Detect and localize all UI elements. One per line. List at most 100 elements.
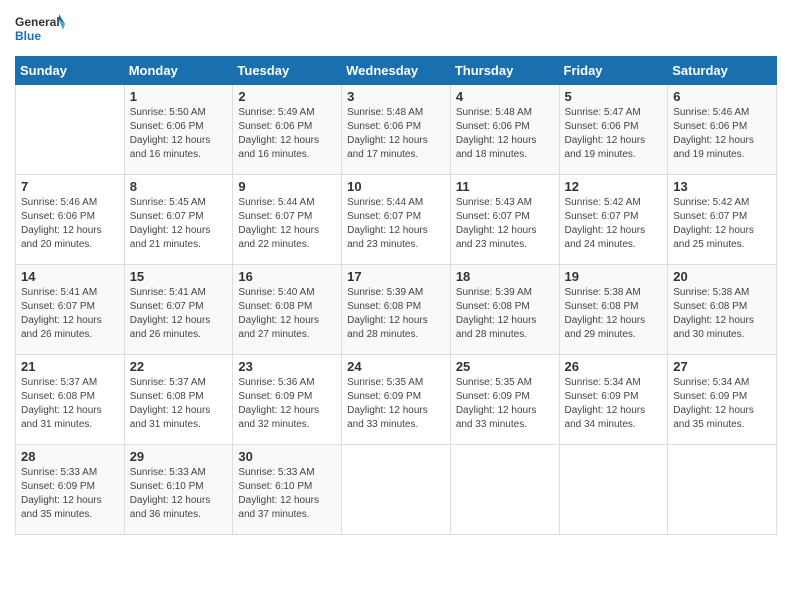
cell-info: Sunrise: 5:42 AM Sunset: 6:07 PM Dayligh…: [565, 196, 663, 252]
calendar-cell: 28 Sunrise: 5:33 AM Sunset: 6:09 PM Dayli…: [16, 445, 125, 535]
calendar-week-row: 7 Sunrise: 5:46 AM Sunset: 6:06 PM Daylig…: [16, 175, 777, 265]
calendar-cell: 14 Sunrise: 5:41 AM Sunset: 6:07 PM Dayli…: [16, 265, 125, 355]
day-header-saturday: Saturday: [668, 57, 777, 85]
calendar-cell: 4 Sunrise: 5:48 AM Sunset: 6:06 PM Daylig…: [450, 85, 559, 175]
svg-text:Blue: Blue: [15, 29, 41, 43]
calendar-cell: 15Sunrise: 5:41 AM Sunset: 6:07 PM Dayli…: [124, 265, 233, 355]
calendar-cell: 26 Sunrise: 5:34 AM Sunset: 6:09 PM Dayli…: [559, 355, 668, 445]
calendar-cell: 17 Sunrise: 5:39 AM Sunset: 6:08 PM Dayli…: [342, 265, 451, 355]
cell-info: Sunrise: 5:36 AM Sunset: 6:09 PM Dayligh…: [238, 376, 336, 432]
day-number: 18: [456, 269, 554, 284]
day-number: 20: [673, 269, 771, 284]
day-number: 16: [238, 269, 336, 284]
day-number: 6: [673, 89, 771, 104]
calendar-cell: 16 Sunrise: 5:40 AM Sunset: 6:08 PM Dayli…: [233, 265, 342, 355]
calendar-cell: 20Sunrise: 5:38 AM Sunset: 6:08 PM Dayli…: [668, 265, 777, 355]
day-number: 8: [130, 179, 228, 194]
day-header-tuesday: Tuesday: [233, 57, 342, 85]
cell-info: Sunrise: 5:44 AM Sunset: 6:07 PM Dayligh…: [238, 196, 336, 252]
day-number: 23: [238, 359, 336, 374]
calendar-cell: 6 Sunrise: 5:46 AM Sunset: 6:06 PM Daylig…: [668, 85, 777, 175]
calendar-cell: 21 Sunrise: 5:37 AM Sunset: 6:08 PM Dayli…: [16, 355, 125, 445]
calendar-cell: 2 Sunrise: 5:49 AM Sunset: 6:06 PM Daylig…: [233, 85, 342, 175]
day-number: 21: [21, 359, 119, 374]
calendar-cell: 25 Sunrise: 5:35 AM Sunset: 6:09 PM Dayli…: [450, 355, 559, 445]
calendar-header-row: SundayMondayTuesdayWednesdayThursdayFrid…: [16, 57, 777, 85]
cell-info: Sunrise: 5:46 AM Sunset: 6:06 PM Dayligh…: [21, 196, 119, 252]
calendar-cell: [342, 445, 451, 535]
calendar-cell: 11 Sunrise: 5:43 AM Sunset: 6:07 PM Dayli…: [450, 175, 559, 265]
calendar-cell: 12Sunrise: 5:42 AM Sunset: 6:07 PM Dayli…: [559, 175, 668, 265]
day-header-monday: Monday: [124, 57, 233, 85]
cell-info: Sunrise: 5:45 AM Sunset: 6:07 PM Dayligh…: [130, 196, 228, 252]
calendar-cell: 9 Sunrise: 5:44 AM Sunset: 6:07 PM Daylig…: [233, 175, 342, 265]
calendar-cell: 29 Sunrise: 5:33 AM Sunset: 6:10 PM Dayli…: [124, 445, 233, 535]
calendar-cell: 22 Sunrise: 5:37 AM Sunset: 6:08 PM Dayli…: [124, 355, 233, 445]
day-number: 26: [565, 359, 663, 374]
calendar-cell: [450, 445, 559, 535]
calendar-cell: 7 Sunrise: 5:46 AM Sunset: 6:06 PM Daylig…: [16, 175, 125, 265]
calendar-cell: [16, 85, 125, 175]
day-number: 17: [347, 269, 445, 284]
calendar-week-row: 28 Sunrise: 5:33 AM Sunset: 6:09 PM Dayli…: [16, 445, 777, 535]
cell-info: Sunrise: 5:33 AM Sunset: 6:09 PM Dayligh…: [21, 466, 119, 522]
cell-info: Sunrise: 5:37 AM Sunset: 6:08 PM Dayligh…: [21, 376, 119, 432]
cell-info: Sunrise: 5:38 AM Sunset: 6:08 PM Dayligh…: [565, 286, 663, 342]
header: General Blue: [15, 10, 777, 48]
calendar-cell: 1 Sunrise: 5:50 AM Sunset: 6:06 PM Daylig…: [124, 85, 233, 175]
calendar-week-row: 21 Sunrise: 5:37 AM Sunset: 6:08 PM Dayli…: [16, 355, 777, 445]
day-number: 2: [238, 89, 336, 104]
calendar-cell: 19 Sunrise: 5:38 AM Sunset: 6:08 PM Dayli…: [559, 265, 668, 355]
cell-info: Sunrise: 5:35 AM Sunset: 6:09 PM Dayligh…: [456, 376, 554, 432]
day-number: 14: [21, 269, 119, 284]
cell-info: Sunrise: 5:50 AM Sunset: 6:06 PM Dayligh…: [130, 106, 228, 162]
cell-info: Sunrise: 5:34 AM Sunset: 6:09 PM Dayligh…: [565, 376, 663, 432]
day-number: 4: [456, 89, 554, 104]
day-number: 22: [130, 359, 228, 374]
day-header-thursday: Thursday: [450, 57, 559, 85]
cell-info: Sunrise: 5:42 AM Sunset: 6:07 PM Dayligh…: [673, 196, 771, 252]
day-header-sunday: Sunday: [16, 57, 125, 85]
day-number: 1: [130, 89, 228, 104]
day-number: 19: [565, 269, 663, 284]
calendar-cell: 24Sunrise: 5:35 AM Sunset: 6:09 PM Dayli…: [342, 355, 451, 445]
calendar-cell: 5Sunrise: 5:47 AM Sunset: 6:06 PM Daylig…: [559, 85, 668, 175]
day-number: 10: [347, 179, 445, 194]
cell-info: Sunrise: 5:33 AM Sunset: 6:10 PM Dayligh…: [130, 466, 228, 522]
day-header-wednesday: Wednesday: [342, 57, 451, 85]
cell-info: Sunrise: 5:34 AM Sunset: 6:09 PM Dayligh…: [673, 376, 771, 432]
cell-info: Sunrise: 5:48 AM Sunset: 6:06 PM Dayligh…: [456, 106, 554, 162]
day-number: 28: [21, 449, 119, 464]
cell-info: Sunrise: 5:40 AM Sunset: 6:08 PM Dayligh…: [238, 286, 336, 342]
cell-info: Sunrise: 5:49 AM Sunset: 6:06 PM Dayligh…: [238, 106, 336, 162]
cell-info: Sunrise: 5:43 AM Sunset: 6:07 PM Dayligh…: [456, 196, 554, 252]
calendar-cell: [668, 445, 777, 535]
calendar-cell: 27Sunrise: 5:34 AM Sunset: 6:09 PM Dayli…: [668, 355, 777, 445]
cell-info: Sunrise: 5:35 AM Sunset: 6:09 PM Dayligh…: [347, 376, 445, 432]
cell-info: Sunrise: 5:39 AM Sunset: 6:08 PM Dayligh…: [456, 286, 554, 342]
calendar-cell: 30 Sunrise: 5:33 AM Sunset: 6:10 PM Dayli…: [233, 445, 342, 535]
day-number: 25: [456, 359, 554, 374]
day-number: 3: [347, 89, 445, 104]
day-number: 29: [130, 449, 228, 464]
calendar-cell: [559, 445, 668, 535]
cell-info: Sunrise: 5:46 AM Sunset: 6:06 PM Dayligh…: [673, 106, 771, 162]
day-number: 7: [21, 179, 119, 194]
day-number: 30: [238, 449, 336, 464]
cell-info: Sunrise: 5:41 AM Sunset: 6:07 PM Dayligh…: [21, 286, 119, 342]
calendar-week-row: 14 Sunrise: 5:41 AM Sunset: 6:07 PM Dayli…: [16, 265, 777, 355]
day-header-friday: Friday: [559, 57, 668, 85]
svg-text:General: General: [15, 15, 60, 29]
calendar-cell: 23 Sunrise: 5:36 AM Sunset: 6:09 PM Dayli…: [233, 355, 342, 445]
day-number: 15: [130, 269, 228, 284]
calendar-table: SundayMondayTuesdayWednesdayThursdayFrid…: [15, 56, 777, 535]
day-number: 13: [673, 179, 771, 194]
day-number: 9: [238, 179, 336, 194]
cell-info: Sunrise: 5:39 AM Sunset: 6:08 PM Dayligh…: [347, 286, 445, 342]
cell-info: Sunrise: 5:37 AM Sunset: 6:08 PM Dayligh…: [130, 376, 228, 432]
cell-info: Sunrise: 5:44 AM Sunset: 6:07 PM Dayligh…: [347, 196, 445, 252]
cell-info: Sunrise: 5:33 AM Sunset: 6:10 PM Dayligh…: [238, 466, 336, 522]
day-number: 11: [456, 179, 554, 194]
day-number: 5: [565, 89, 663, 104]
calendar-cell: 13 Sunrise: 5:42 AM Sunset: 6:07 PM Dayli…: [668, 175, 777, 265]
